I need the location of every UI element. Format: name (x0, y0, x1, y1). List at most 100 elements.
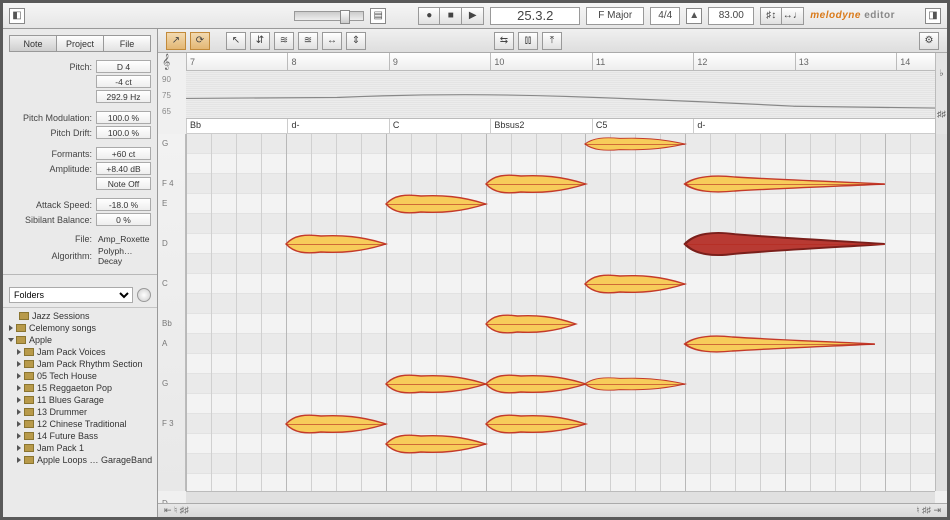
note-grid[interactable]: GF 4EDCBbAGF 3D (186, 134, 935, 491)
browser-item[interactable]: 15 Reggaeton Pop (3, 382, 157, 394)
tool-timing[interactable]: ⇆ (494, 32, 514, 50)
note-blob[interactable] (286, 234, 386, 254)
sib-value[interactable]: 0 % (96, 213, 151, 226)
file-value: Amp_Roxette (96, 234, 151, 244)
cycle-toggle-left[interactable]: ◧ (9, 8, 25, 24)
hz-value[interactable]: 292.9 Hz (96, 90, 151, 103)
metronome-icon[interactable]: ▲ (686, 8, 702, 24)
browser-item[interactable]: Celemony songs (3, 322, 157, 334)
note-blob[interactable] (685, 334, 875, 354)
pitch-label: G (162, 379, 168, 388)
pitch-value[interactable]: D 4 (96, 60, 151, 73)
tempo-display[interactable]: 83.00 (708, 7, 754, 25)
tab-note[interactable]: Note (9, 35, 57, 52)
tab-project[interactable]: Project (57, 35, 104, 52)
pitch-label: E (162, 199, 167, 208)
note-blob[interactable] (486, 314, 576, 334)
pitch-overview[interactable]: 907565 (186, 71, 947, 119)
amp-label: Amplitude: (9, 164, 92, 174)
horizontal-scrollbar[interactable] (186, 491, 935, 503)
preview-volume-knob[interactable] (137, 288, 151, 302)
note-blob[interactable] (386, 374, 486, 394)
browser-item[interactable]: Apple (3, 334, 157, 346)
chord-label[interactable]: C5 (592, 119, 611, 133)
statusbar: ⇤ ♮ ♯♯ ♮ ♯♯ ⇥ (158, 503, 947, 517)
note-blob[interactable] (685, 174, 885, 194)
note-blob[interactable] (585, 137, 685, 151)
note-blob[interactable] (486, 374, 586, 394)
bar-number: 10 (490, 53, 504, 70)
cents-value[interactable]: -4 ct (96, 75, 151, 88)
pitch-label: F 3 (162, 419, 174, 428)
time-quantize-button[interactable]: ↔♩ (782, 7, 804, 25)
volume-slider[interactable] (294, 11, 364, 21)
position-display[interactable]: 25.3.2 (490, 7, 580, 25)
cycle-toggle-right[interactable]: ◨ (925, 8, 941, 24)
pmod-value[interactable]: 100.0 % (96, 111, 151, 124)
pitch-ruler[interactable]: GF 4EDCBbAGF 3D (158, 134, 186, 491)
amp-value[interactable]: +8.40 dB (96, 162, 151, 175)
time-ruler[interactable]: 𝄞 ♪ 7891011121314 (186, 53, 947, 71)
chord-label[interactable]: Bb (186, 119, 204, 133)
tool-main[interactable]: ↗ (166, 32, 186, 50)
browser-item[interactable]: Apple Loops … GarageBand (3, 454, 157, 466)
tool-attack[interactable]: ⤒ (542, 32, 562, 50)
browser-item[interactable]: 11 Blues Garage (3, 394, 157, 406)
chord-label[interactable]: Bbsus2 (490, 119, 527, 133)
tab-file[interactable]: File (104, 35, 151, 52)
tool-modulation[interactable]: ≋ (274, 32, 294, 50)
browser-item[interactable]: 12 Chinese Traditional (3, 418, 157, 430)
tool-formant[interactable]: ↔ (322, 32, 342, 50)
inspector-panel: Note Project File Pitch:D 4 -4 ct 292.9 … (3, 29, 158, 517)
tool-separation[interactable]: ⫾⫾ (518, 32, 538, 50)
record-button[interactable]: ● (418, 7, 440, 25)
note-blob[interactable] (386, 194, 486, 214)
note-blob[interactable] (685, 230, 885, 258)
note-blob[interactable] (585, 274, 685, 294)
tool-arrow[interactable]: ↖ (226, 32, 246, 50)
pdrift-value[interactable]: 100.0 % (96, 126, 151, 139)
logo: melodyne editor (810, 10, 895, 21)
key-display[interactable]: F Major (586, 7, 644, 25)
note-blob[interactable] (286, 414, 386, 434)
chord-track[interactable]: Bb d- C Bbsus2 C5 d- (186, 119, 947, 134)
note-editor[interactable]: 𝄞 ♪ 7891011121314 907565 Bb d- C Bbsus2 C5 d-… (158, 53, 947, 503)
vertical-scrollbar[interactable] (935, 134, 947, 491)
browser-item[interactable]: 14 Future Bass (3, 430, 157, 442)
tool-scroll[interactable]: ⟳ (190, 32, 210, 50)
tool-drift[interactable]: ≊ (298, 32, 318, 50)
note-blob[interactable] (486, 174, 586, 194)
browser-item[interactable]: 13 Drummer (3, 406, 157, 418)
autoscroll-toggle[interactable]: ▤ (370, 8, 386, 24)
bar-number: 8 (287, 53, 296, 70)
chord-label[interactable]: C (389, 119, 403, 133)
chord-label[interactable]: d- (287, 119, 302, 133)
note-blob[interactable] (486, 414, 586, 434)
browser-item[interactable]: Jam Pack Rhythm Section (3, 358, 157, 370)
tool-amplitude[interactable]: ⇕ (346, 32, 366, 50)
settings-icon[interactable]: ⚙ (919, 32, 939, 50)
browser-item[interactable]: Jam Pack 1 (3, 442, 157, 454)
note-blob[interactable] (386, 434, 486, 454)
browser-item[interactable]: Jam Pack Voices (3, 346, 157, 358)
noteoff-button[interactable]: Note Off (96, 177, 151, 190)
pitch-quantize-button[interactable]: ♯↕ (760, 7, 782, 25)
timesig-display[interactable]: 4/4 (650, 7, 680, 25)
status-right[interactable]: ♮ ♯♯ ⇥ (916, 505, 941, 516)
topbar: ◧ ▤ ● ■ ▶ 25.3.2 F Major 4/4 ▲ 83.00 ♯↕ … (3, 3, 947, 29)
browser-item[interactable]: Jazz Sessions (3, 310, 157, 322)
browser-item[interactable]: 05 Tech House (3, 370, 157, 382)
formants-value[interactable]: +60 ct (96, 147, 151, 160)
status-left[interactable]: ⇤ ♮ ♯♯ (164, 505, 189, 516)
pitch-label: A (162, 339, 167, 348)
stop-button[interactable]: ■ (440, 7, 462, 25)
accidental-toggle[interactable]: ♭♯♯ (935, 53, 947, 134)
chord-label[interactable]: d- (693, 119, 708, 133)
file-browser-tree[interactable]: Jazz SessionsCelemony songsAppleJam Pack… (3, 308, 157, 517)
note-blob[interactable] (585, 377, 685, 391)
attack-value[interactable]: -18.0 % (96, 198, 151, 211)
browser-mode-select[interactable]: Folders (9, 287, 133, 303)
tool-pitch[interactable]: ⇵ (250, 32, 270, 50)
transport-group: ● ■ ▶ (418, 7, 484, 25)
play-button[interactable]: ▶ (462, 7, 484, 25)
